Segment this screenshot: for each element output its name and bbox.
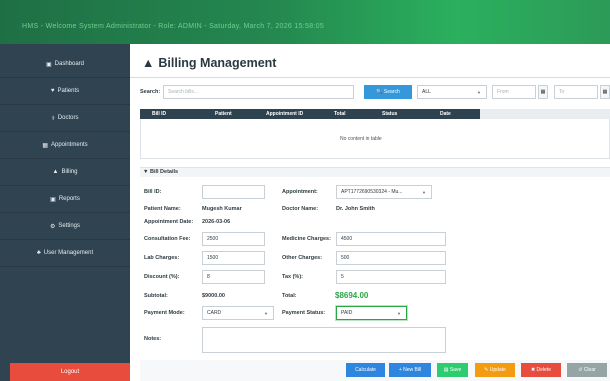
payment-mode-value: CARD xyxy=(207,310,222,316)
sidebar-item-label: Reports xyxy=(58,196,80,202)
status-filter-value: ALL xyxy=(422,89,431,95)
chevron-down-icon: ▼ xyxy=(477,90,481,95)
payment-status-select[interactable]: PAID ▼ xyxy=(336,306,407,320)
appointment-date-label: Appointment Date: xyxy=(144,219,194,225)
appointment-select[interactable]: APT1772690530324 - Mu... ▼ xyxy=(336,185,432,199)
bill-id-label: Bill ID: xyxy=(144,189,162,195)
lab-charges-field[interactable]: 1500 xyxy=(202,251,265,265)
bill-id-field[interactable] xyxy=(202,185,265,199)
doctor-name-label: Doctor Name: xyxy=(282,206,319,212)
calendar-icon[interactable]: ▦ xyxy=(600,85,610,99)
sidebar-item-doctors[interactable]: ⚕ Doctors xyxy=(0,105,130,132)
sidebar-item-dashboard[interactable]: ▣ Dashboard xyxy=(0,51,130,78)
bill-details-title[interactable]: ▼ Bill Details xyxy=(143,169,178,175)
discount-label: Discount (%): xyxy=(144,274,180,280)
column-header-status[interactable]: Status xyxy=(382,111,397,117)
search-label: Search: xyxy=(140,89,161,95)
sidebar-item-label: Settings xyxy=(58,223,81,229)
calendar-icon: ▦ xyxy=(42,142,48,149)
column-header-bill-id[interactable]: Bill ID xyxy=(152,111,166,117)
other-charges-field[interactable]: 500 xyxy=(336,251,446,265)
clear-button[interactable]: ↺ Clear xyxy=(567,363,607,377)
reports-icon: ▣ xyxy=(50,196,56,203)
delete-button[interactable]: ✖ Delete xyxy=(521,363,561,377)
chevron-down-icon: ▼ xyxy=(397,311,401,316)
medicine-charges-label: Medicine Charges: xyxy=(282,236,331,242)
gear-icon: ⚙ xyxy=(49,223,56,230)
tax-label: Tax (%): xyxy=(282,274,303,280)
bills-table-header: Bill ID Patient Appointment ID Total Sta… xyxy=(140,109,480,119)
patient-name-label: Patient Name: xyxy=(144,206,181,212)
appointment-label: Appointment: xyxy=(282,189,318,195)
payment-status-value: PAID xyxy=(341,310,353,316)
search-button[interactable]: 🔍 Search xyxy=(364,85,412,99)
column-header-patient[interactable]: Patient xyxy=(215,111,232,117)
column-header-date[interactable]: Date xyxy=(440,111,451,117)
payment-status-label: Payment Status: xyxy=(282,310,326,316)
search-input[interactable]: Search bills... xyxy=(163,85,354,99)
sidebar-item-label: Dashboard xyxy=(54,61,85,67)
notes-label: Notes: xyxy=(144,336,162,342)
from-date-input[interactable]: From xyxy=(492,85,536,99)
page-title-text: Billing Management xyxy=(158,56,277,70)
sidebar-item-label: Billing xyxy=(61,169,78,175)
save-button[interactable]: ▤ Save xyxy=(437,363,468,377)
new-bill-button[interactable]: + New Bill xyxy=(389,363,431,377)
patients-icon: ♥ xyxy=(50,88,55,94)
notes-textarea[interactable] xyxy=(202,327,446,353)
users-icon: ♣ xyxy=(36,250,41,256)
chevron-down-icon: ▼ xyxy=(422,190,426,195)
header-title: HMS - Welcome System Administrator - Rol… xyxy=(22,23,325,30)
table-header-filler xyxy=(480,109,610,119)
discount-field[interactable]: 8 xyxy=(202,270,265,284)
doctor-name-value: Dr. John Smith xyxy=(336,206,375,212)
lab-charges-label: Lab Charges: xyxy=(144,255,180,261)
sidebar-item-user-management[interactable]: ♣ User Management xyxy=(0,240,130,267)
consultation-fee-field[interactable]: 2500 xyxy=(202,232,265,246)
sidebar: ▣ Dashboard ♥ Patients ⚕ Doctors ▦ Appoi… xyxy=(0,44,130,381)
medicine-charges-field[interactable]: 4500 xyxy=(336,232,446,246)
appointment-date-value: 2026-03-06 xyxy=(202,219,231,225)
app-header: HMS - Welcome System Administrator - Rol… xyxy=(0,0,610,44)
tax-field[interactable]: 5 xyxy=(336,270,446,284)
status-filter-select[interactable]: ALL ▼ xyxy=(417,85,487,99)
payment-mode-label: Payment Mode: xyxy=(144,310,185,316)
sidebar-item-label: Patients xyxy=(57,88,80,94)
calculate-button[interactable]: Calculate xyxy=(346,363,385,377)
sidebar-item-label: Appointments xyxy=(50,142,88,148)
sidebar-item-patients[interactable]: ♥ Patients xyxy=(0,78,130,105)
payment-mode-select[interactable]: CARD ▼ xyxy=(202,306,274,320)
money-bag-icon: ▲ xyxy=(142,56,155,70)
total-label: Total: xyxy=(282,293,297,299)
calendar-icon[interactable]: ▦ xyxy=(538,85,548,99)
bill-details-header[interactable] xyxy=(140,167,610,177)
sidebar-item-label: Doctors xyxy=(57,115,79,121)
dashboard-icon: ▣ xyxy=(45,61,52,68)
to-date-input[interactable]: To xyxy=(554,85,598,99)
total-value: $8694.00 xyxy=(335,291,369,300)
main-content: ▲ Billing Management Search: Search bills… xyxy=(130,44,610,381)
update-button[interactable]: ✎ Update xyxy=(475,363,515,377)
column-header-appointment-id[interactable]: Appointment ID xyxy=(266,111,303,117)
money-bag-icon: ▲ xyxy=(52,169,59,175)
table-empty-message: No content in table xyxy=(340,136,382,142)
column-header-total[interactable]: Total xyxy=(334,111,346,117)
sidebar-item-settings[interactable]: ⚙ Settings xyxy=(0,213,130,240)
page-title: ▲ Billing Management xyxy=(142,56,276,70)
sidebar-item-billing[interactable]: ▲ Billing xyxy=(0,159,130,186)
subtotal-label: Subtotal: xyxy=(144,293,168,299)
sidebar-item-label: User Management xyxy=(43,250,94,256)
chevron-down-icon: ▼ xyxy=(264,311,268,316)
consultation-fee-label: Consultation Fee: xyxy=(144,236,191,242)
patient-name-value: Mugesh Kumar xyxy=(202,206,242,212)
logout-button[interactable]: Logout xyxy=(10,363,130,381)
title-divider xyxy=(130,77,610,78)
appointment-value: APT1772690530324 - Mu... xyxy=(341,189,403,195)
sidebar-item-appointments[interactable]: ▦ Appointments xyxy=(0,132,130,159)
sidebar-item-reports[interactable]: ▣ Reports xyxy=(0,186,130,213)
doctor-icon: ⚕ xyxy=(51,115,55,122)
other-charges-label: Other Charges: xyxy=(282,255,323,261)
subtotal-value: $9000.00 xyxy=(202,293,225,299)
